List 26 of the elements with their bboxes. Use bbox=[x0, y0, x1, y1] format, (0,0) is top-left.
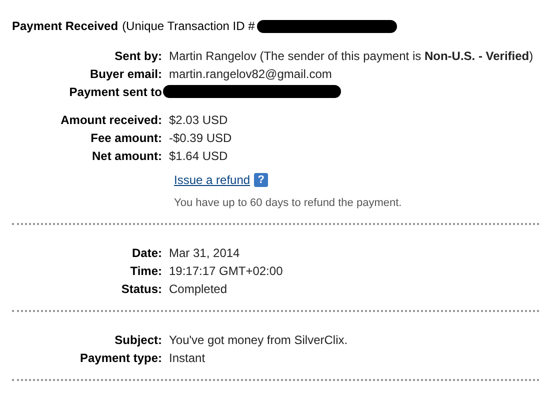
field-value: Completed bbox=[169, 282, 228, 296]
field-value: martin.rangelov82@gmail.com bbox=[169, 67, 333, 81]
field-label: Payment sent to bbox=[68, 85, 162, 99]
field-label: Payment type: bbox=[78, 351, 162, 365]
field-label: Time: bbox=[129, 264, 162, 278]
field-value: $1.64 USD bbox=[169, 149, 229, 163]
page-title: Payment Received bbox=[12, 19, 118, 33]
field-label: Sent by: bbox=[114, 49, 162, 63]
field-value: -$0.39 USD bbox=[169, 131, 233, 145]
help-button[interactable]: ? bbox=[254, 173, 268, 187]
refund-note: You have up to 60 days to refund the payment. bbox=[174, 197, 403, 209]
issue-refund-link[interactable]: Issue a refund bbox=[174, 173, 250, 187]
field-label: Subject: bbox=[114, 333, 162, 347]
field-label: Amount received: bbox=[60, 113, 162, 127]
field-label: Buyer email: bbox=[88, 67, 162, 81]
field-value: 19:17:17 GMT+02:00 bbox=[169, 264, 284, 278]
field-label: Fee amount: bbox=[90, 131, 162, 145]
field-value: Martin Rangelov (The sender of this payment is Non-U.S. - Verified) bbox=[169, 49, 534, 63]
field-value: $2.03 USD bbox=[169, 113, 229, 127]
transaction-id-label: (Unique Transaction ID # bbox=[122, 19, 255, 33]
field-label: Net amount: bbox=[91, 149, 162, 163]
field-value: Instant bbox=[169, 351, 206, 365]
field-value: You've got money from SilverClix. bbox=[169, 333, 349, 347]
field-label: Status: bbox=[120, 282, 162, 296]
field-value: Mar 31, 2014 bbox=[169, 246, 241, 260]
field-label: Date: bbox=[130, 246, 162, 260]
